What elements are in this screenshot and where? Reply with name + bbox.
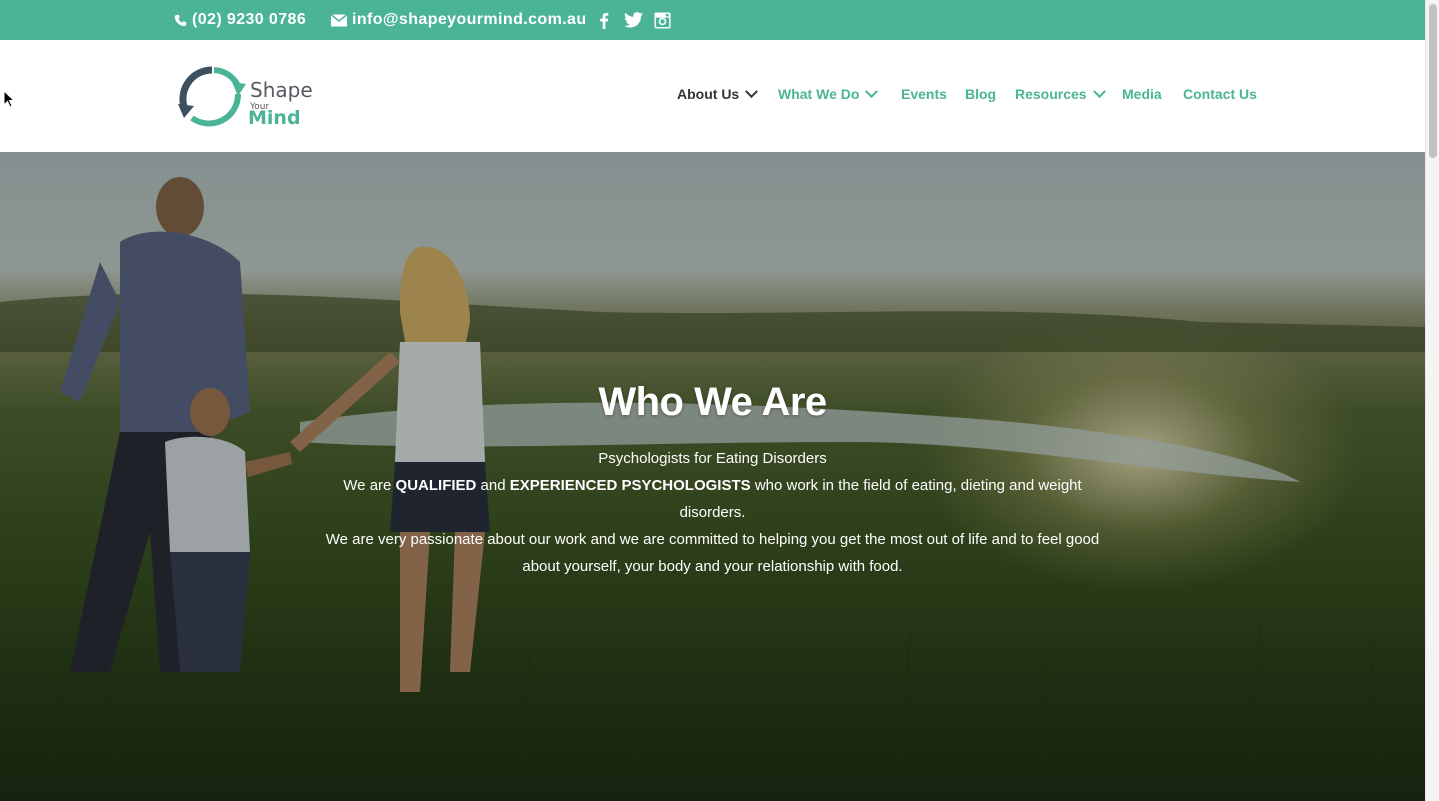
hero-paragraph-1: We are QUALIFIED and EXPERIENCED PSYCHOL… [320,472,1105,526]
nav-about-us-label: About Us [677,86,740,102]
hero-subtitle: Psychologists for Eating Disorders [598,450,827,467]
nav-events[interactable]: Events [901,86,947,102]
email-address: info@shapeyourmind.com.au [352,11,587,28]
envelope-icon [331,13,347,26]
logo-shape-text: Shape [250,78,313,102]
nav-media-label: Media [1122,86,1162,102]
facebook-icon[interactable] [598,10,610,30]
hero-p1-text: We are [343,477,396,494]
phone-icon [174,14,187,26]
site-logo[interactable]: Shape Your Mind [174,64,314,129]
top-bar: (02) 9230 0786 info@shapeyourmind.com.au [0,0,1425,40]
hero-qualified: QUALIFIED [395,477,477,494]
nav-resources[interactable]: Resources [1015,84,1106,102]
nav-contact-us-label: Contact Us [1183,86,1257,102]
nav-about-us[interactable]: About Us [677,84,759,102]
chevron-down-icon [745,84,759,98]
twitter-icon[interactable] [623,10,643,30]
hero-experienced: EXPERIENCED PSYCHOLOGISTS [509,477,751,494]
hero-description: Psychologists for Eating Disorders We ar… [320,445,1105,580]
instagram-icon[interactable] [653,10,671,30]
nav-events-label: Events [901,86,947,102]
chevron-down-icon [865,84,879,98]
nav-media[interactable]: Media [1122,86,1162,102]
scrollbar-thumb[interactable] [1429,4,1437,158]
nav-blog-label: Blog [965,86,997,102]
nav-blog[interactable]: Blog [965,86,996,102]
scrollbar[interactable] [1425,0,1439,801]
chevron-down-icon [1092,84,1106,98]
hero-section: Who We Are Psychologists for Eating Diso… [0,152,1425,801]
phone-number: (02) 9230 0786 [192,11,307,28]
email-link[interactable]: info@shapeyourmind.com.au [331,0,587,40]
nav-contact-us[interactable]: Contact Us [1183,86,1257,102]
hero-title: Who We Are [598,380,827,424]
nav-what-we-do[interactable]: What We Do [778,84,879,102]
logo-mind-text: Mind [248,107,301,129]
nav-what-we-do-label: What We Do [778,86,860,102]
phone-link[interactable]: (02) 9230 0786 [174,0,306,40]
site-header: Shape Your Mind About Us What We Do Even… [0,40,1425,152]
hero-p1-and: and [476,477,510,494]
mouse-cursor-icon [3,90,15,108]
nav-resources-label: Resources [1015,86,1087,102]
hero-paragraph-2: We are very passionate about our work an… [325,531,1100,575]
circular-arrows-icon [178,66,246,127]
